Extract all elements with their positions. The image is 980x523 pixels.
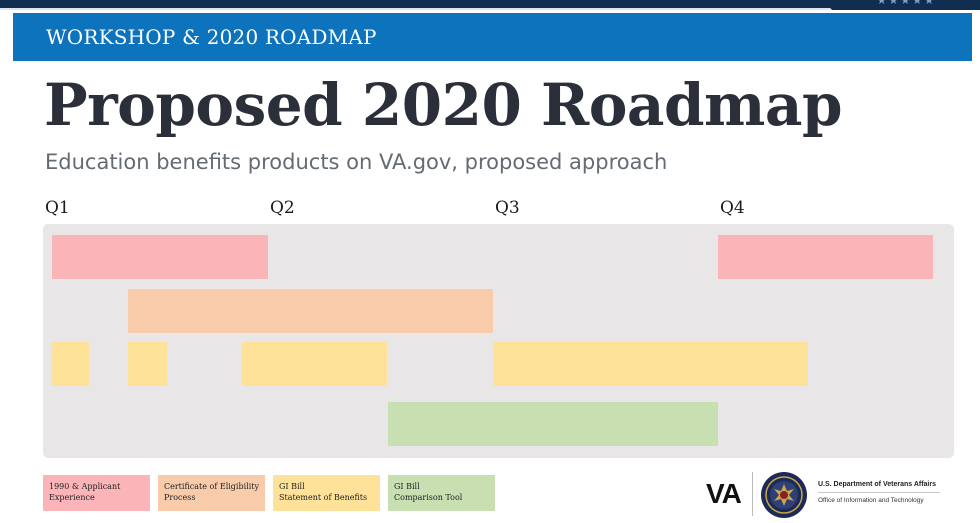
banner-title: WORKSHOP & 2020 ROADMAP bbox=[46, 25, 377, 49]
quarter-label-q4: Q4 bbox=[720, 198, 745, 218]
roadmap-bar-statement-of-benefits bbox=[51, 342, 89, 386]
page-title: Proposed 2020 Roadmap bbox=[44, 71, 843, 139]
department-name: U.S. Department of Veterans Affairs bbox=[818, 481, 936, 488]
roadmap-bar-1990-applicant-experience bbox=[52, 235, 268, 279]
legend-label: GI Bill bbox=[279, 482, 305, 491]
roadmap-bar-comparison-tool bbox=[388, 402, 718, 446]
legend-label: 1990 & Applicant bbox=[49, 482, 121, 491]
legend-item-certificate-of-eligibility: Certificate of Eligibility Process bbox=[158, 475, 265, 511]
roadmap-bar-certificate-of-eligibility bbox=[128, 289, 493, 333]
legend-item-comparison-tool: GI Bill Comparison Tool bbox=[388, 475, 495, 511]
quarter-label-q3: Q3 bbox=[495, 198, 520, 218]
va-logo: VA bbox=[706, 478, 742, 509]
legend-item-1990-applicant-experience: 1990 & Applicant Experience bbox=[43, 475, 150, 511]
stars-icon: ★★★★★ bbox=[876, 0, 936, 7]
legend-label: Process bbox=[164, 493, 196, 502]
legend-label: Comparison Tool bbox=[394, 493, 463, 502]
legend-label: Statement of Benefits bbox=[279, 493, 368, 502]
quarter-label-q1: Q1 bbox=[45, 198, 70, 218]
roadmap-bar-1990-applicant-experience bbox=[718, 235, 933, 279]
header-banner: WORKSHOP & 2020 ROADMAP bbox=[13, 13, 972, 61]
page-subtitle: Education benefits products on VA.gov, p… bbox=[45, 150, 668, 174]
roadmap-bar-statement-of-benefits bbox=[242, 342, 387, 386]
office-name: Office of Information and Technology bbox=[818, 497, 924, 504]
department-rule bbox=[818, 492, 940, 493]
quarter-label-q2: Q2 bbox=[270, 198, 295, 218]
va-seal-icon bbox=[761, 472, 807, 518]
legend-item-statement-of-benefits: GI Bill Statement of Benefits bbox=[273, 475, 380, 511]
legend-label: Certificate of Eligibility bbox=[164, 482, 260, 491]
logo-divider bbox=[752, 472, 753, 516]
roadmap-timeline bbox=[43, 224, 954, 458]
legend-label: Experience bbox=[49, 493, 95, 502]
roadmap-bar-statement-of-benefits bbox=[493, 342, 808, 386]
legend-label: GI Bill bbox=[394, 482, 420, 491]
roadmap-bar-statement-of-benefits bbox=[128, 342, 167, 386]
